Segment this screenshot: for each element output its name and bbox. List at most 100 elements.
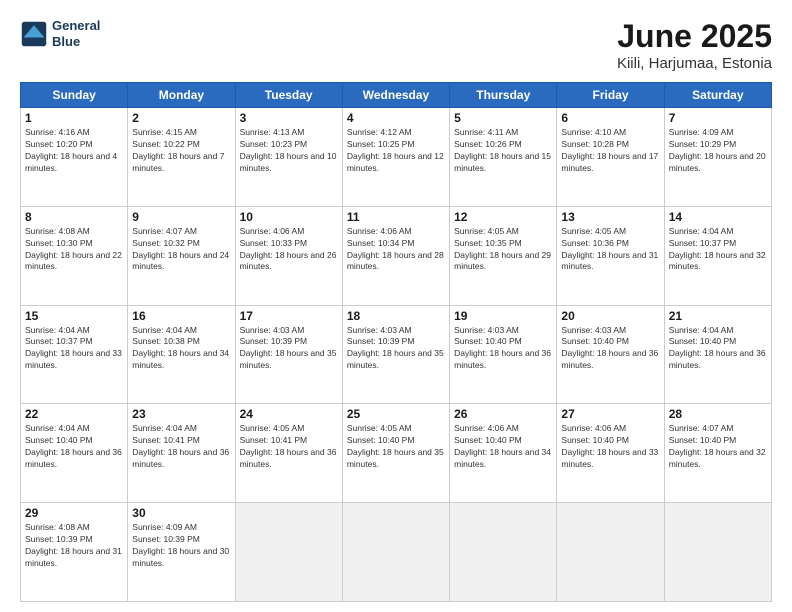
- page: General Blue June 2025 Kiili, Harjumaa, …: [0, 0, 792, 612]
- day-info: Sunrise: 4:05 AMSunset: 10:41 PMDaylight…: [240, 423, 338, 471]
- header-wednesday: Wednesday: [342, 83, 449, 108]
- table-row: 4 Sunrise: 4:12 AMSunset: 10:25 PMDayligh…: [342, 108, 449, 207]
- logo: General Blue: [20, 18, 100, 49]
- week-row-5: 29 Sunrise: 4:08 AMSunset: 10:39 PMDaylig…: [21, 503, 772, 602]
- day-number: 7: [669, 111, 767, 125]
- day-number: 4: [347, 111, 445, 125]
- calendar-header-row: Sunday Monday Tuesday Wednesday Thursday…: [21, 83, 772, 108]
- table-row: 11 Sunrise: 4:06 AMSunset: 10:34 PMDaylig…: [342, 206, 449, 305]
- day-number: 5: [454, 111, 552, 125]
- table-row: 20 Sunrise: 4:03 AMSunset: 10:40 PMDaylig…: [557, 305, 664, 404]
- day-number: 26: [454, 407, 552, 421]
- table-row: 21 Sunrise: 4:04 AMSunset: 10:40 PMDaylig…: [664, 305, 771, 404]
- calendar-title: June 2025: [617, 18, 772, 55]
- header-monday: Monday: [128, 83, 235, 108]
- day-info: Sunrise: 4:05 AMSunset: 10:35 PMDaylight…: [454, 226, 552, 274]
- day-number: 9: [132, 210, 230, 224]
- header-saturday: Saturday: [664, 83, 771, 108]
- day-info: Sunrise: 4:07 AMSunset: 10:32 PMDaylight…: [132, 226, 230, 274]
- day-info: Sunrise: 4:03 AMSunset: 10:40 PMDaylight…: [561, 325, 659, 373]
- table-row: [664, 503, 771, 602]
- table-row: 10Sunrise: 4:06 AMSunset: 10:33 PMDaylig…: [235, 206, 342, 305]
- table-row: 9 Sunrise: 4:07 AMSunset: 10:32 PMDayligh…: [128, 206, 235, 305]
- day-number: 21: [669, 309, 767, 323]
- day-number: 27: [561, 407, 659, 421]
- header-tuesday: Tuesday: [235, 83, 342, 108]
- day-info: Sunrise: 4:13 AMSunset: 10:23 PMDaylight…: [240, 127, 338, 175]
- day-number: 28: [669, 407, 767, 421]
- table-row: 15Sunrise: 4:04 AMSunset: 10:37 PMDaylig…: [21, 305, 128, 404]
- day-number: 2: [132, 111, 230, 125]
- day-info: Sunrise: 4:04 AMSunset: 10:40 PMDaylight…: [25, 423, 123, 471]
- day-info: Sunrise: 4:04 AMSunset: 10:37 PMDaylight…: [25, 325, 123, 373]
- day-info: Sunrise: 4:08 AMSunset: 10:39 PMDaylight…: [25, 522, 123, 570]
- table-row: 30Sunrise: 4:09 AMSunset: 10:39 PMDaylig…: [128, 503, 235, 602]
- table-row: 12 Sunrise: 4:05 AMSunset: 10:35 PMDaylig…: [450, 206, 557, 305]
- table-row: 28 Sunrise: 4:07 AMSunset: 10:40 PMDaylig…: [664, 404, 771, 503]
- title-block: June 2025 Kiili, Harjumaa, Estonia: [617, 18, 772, 72]
- day-number: 23: [132, 407, 230, 421]
- day-number: 20: [561, 309, 659, 323]
- day-info: Sunrise: 4:06 AMSunset: 10:34 PMDaylight…: [347, 226, 445, 274]
- calendar-subtitle: Kiili, Harjumaa, Estonia: [617, 55, 772, 72]
- table-row: 1Sunrise: 4:16 AMSunset: 10:20 PMDayligh…: [21, 108, 128, 207]
- logo-text: General Blue: [52, 18, 100, 49]
- table-row: 25 Sunrise: 4:05 AMSunset: 10:40 PMDaylig…: [342, 404, 449, 503]
- logo-icon: [20, 20, 48, 48]
- day-info: Sunrise: 4:04 AMSunset: 10:40 PMDaylight…: [669, 325, 767, 373]
- day-info: Sunrise: 4:12 AMSunset: 10:25 PMDaylight…: [347, 127, 445, 175]
- week-row-3: 15Sunrise: 4:04 AMSunset: 10:37 PMDaylig…: [21, 305, 772, 404]
- table-row: 7 Sunrise: 4:09 AMSunset: 10:29 PMDayligh…: [664, 108, 771, 207]
- day-number: 11: [347, 210, 445, 224]
- day-number: 18: [347, 309, 445, 323]
- header-thursday: Thursday: [450, 83, 557, 108]
- table-row: 22 Sunrise: 4:04 AMSunset: 10:40 PMDaylig…: [21, 404, 128, 503]
- day-info: Sunrise: 4:05 AMSunset: 10:40 PMDaylight…: [347, 423, 445, 471]
- table-row: 29 Sunrise: 4:08 AMSunset: 10:39 PMDaylig…: [21, 503, 128, 602]
- table-row: 5 Sunrise: 4:11 AMSunset: 10:26 PMDayligh…: [450, 108, 557, 207]
- day-info: Sunrise: 4:05 AMSunset: 10:36 PMDaylight…: [561, 226, 659, 274]
- logo-line2: Blue: [52, 34, 100, 50]
- day-info: Sunrise: 4:07 AMSunset: 10:40 PMDaylight…: [669, 423, 767, 471]
- day-info: Sunrise: 4:06 AMSunset: 10:40 PMDaylight…: [561, 423, 659, 471]
- header-sunday: Sunday: [21, 83, 128, 108]
- day-number: 6: [561, 111, 659, 125]
- day-info: Sunrise: 4:11 AMSunset: 10:26 PMDaylight…: [454, 127, 552, 175]
- day-number: 13: [561, 210, 659, 224]
- header-friday: Friday: [557, 83, 664, 108]
- day-number: 17: [240, 309, 338, 323]
- table-row: 3 Sunrise: 4:13 AMSunset: 10:23 PMDayligh…: [235, 108, 342, 207]
- day-info: Sunrise: 4:04 AMSunset: 10:38 PMDaylight…: [132, 325, 230, 373]
- day-number: 12: [454, 210, 552, 224]
- day-number: 14: [669, 210, 767, 224]
- calendar-table: Sunday Monday Tuesday Wednesday Thursday…: [20, 82, 772, 602]
- day-info: Sunrise: 4:04 AMSunset: 10:41 PMDaylight…: [132, 423, 230, 471]
- table-row: 19 Sunrise: 4:03 AMSunset: 10:40 PMDaylig…: [450, 305, 557, 404]
- table-row: 8Sunrise: 4:08 AMSunset: 10:30 PMDayligh…: [21, 206, 128, 305]
- day-info: Sunrise: 4:03 AMSunset: 10:39 PMDaylight…: [347, 325, 445, 373]
- table-row: [450, 503, 557, 602]
- day-number: 10: [240, 210, 338, 224]
- day-number: 25: [347, 407, 445, 421]
- table-row: 17Sunrise: 4:03 AMSunset: 10:39 PMDaylig…: [235, 305, 342, 404]
- day-number: 29: [25, 506, 123, 520]
- day-number: 3: [240, 111, 338, 125]
- day-number: 30: [132, 506, 230, 520]
- table-row: [342, 503, 449, 602]
- header: General Blue June 2025 Kiili, Harjumaa, …: [20, 18, 772, 72]
- day-number: 22: [25, 407, 123, 421]
- day-info: Sunrise: 4:04 AMSunset: 10:37 PMDaylight…: [669, 226, 767, 274]
- day-info: Sunrise: 4:16 AMSunset: 10:20 PMDaylight…: [25, 127, 123, 175]
- day-number: 16: [132, 309, 230, 323]
- table-row: 24 Sunrise: 4:05 AMSunset: 10:41 PMDaylig…: [235, 404, 342, 503]
- table-row: 27 Sunrise: 4:06 AMSunset: 10:40 PMDaylig…: [557, 404, 664, 503]
- day-info: Sunrise: 4:09 AMSunset: 10:29 PMDaylight…: [669, 127, 767, 175]
- day-info: Sunrise: 4:03 AMSunset: 10:40 PMDaylight…: [454, 325, 552, 373]
- day-number: 24: [240, 407, 338, 421]
- day-number: 19: [454, 309, 552, 323]
- logo-line1: General: [52, 18, 100, 34]
- table-row: 16 Sunrise: 4:04 AMSunset: 10:38 PMDaylig…: [128, 305, 235, 404]
- day-number: 8: [25, 210, 123, 224]
- table-row: 13 Sunrise: 4:05 AMSunset: 10:36 PMDaylig…: [557, 206, 664, 305]
- week-row-1: 1Sunrise: 4:16 AMSunset: 10:20 PMDayligh…: [21, 108, 772, 207]
